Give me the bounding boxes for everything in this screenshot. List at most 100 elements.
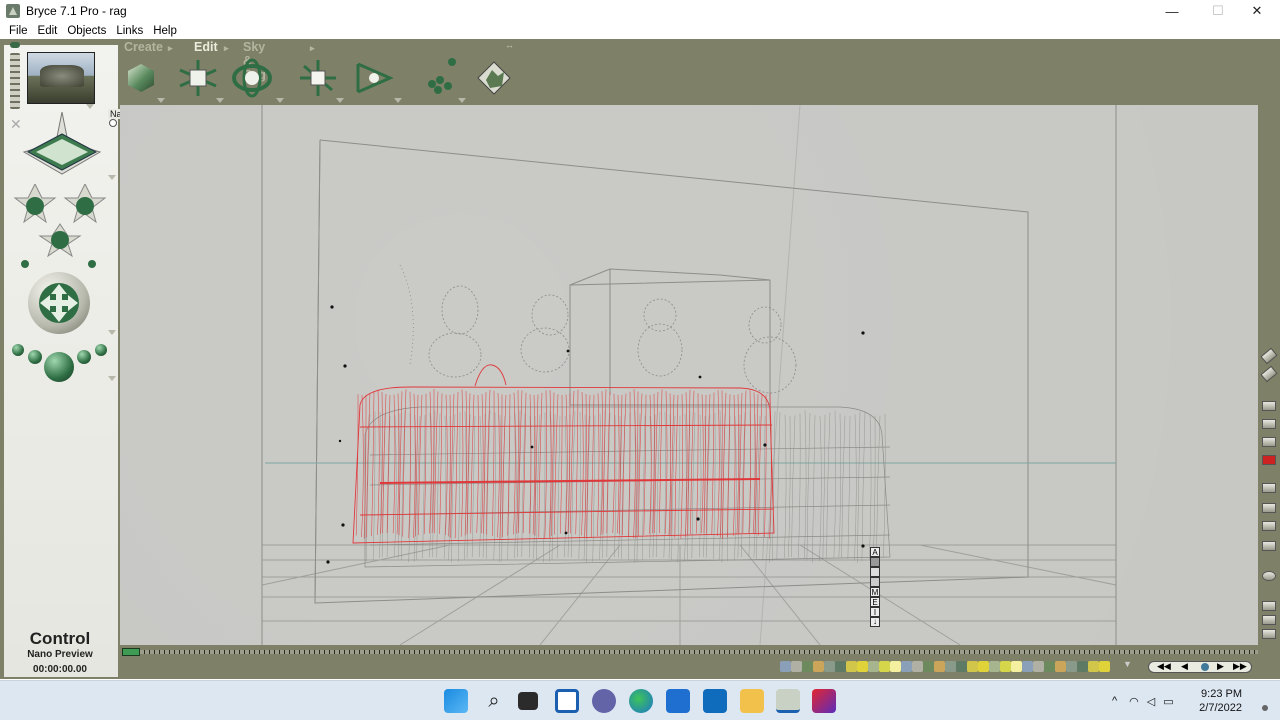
sphere-view-icon[interactable] bbox=[1262, 571, 1276, 581]
tool-reposition[interactable] bbox=[298, 58, 338, 98]
object-select-icon[interactable] bbox=[901, 661, 912, 672]
tab-create[interactable]: Create bbox=[124, 40, 163, 54]
start-icon[interactable] bbox=[444, 689, 468, 713]
object-select-icon[interactable] bbox=[824, 661, 835, 672]
volume-icon[interactable]: ◁ bbox=[1147, 695, 1155, 708]
tool-resize[interactable] bbox=[178, 58, 218, 98]
object-select-icon[interactable] bbox=[1099, 661, 1110, 672]
menu-objects[interactable]: Objects bbox=[67, 25, 106, 37]
3d-viewport[interactable]: A M E I ↓ bbox=[120, 105, 1258, 645]
object-select-icon[interactable] bbox=[802, 661, 813, 672]
zoom-pencil-icon[interactable] bbox=[1260, 347, 1278, 365]
tool-align[interactable] bbox=[354, 58, 394, 98]
nav-ball-small-right[interactable] bbox=[95, 344, 107, 356]
display-mode-box-icon[interactable] bbox=[870, 557, 880, 567]
object-select-icon[interactable] bbox=[967, 661, 978, 672]
tool-materials[interactable] bbox=[120, 58, 160, 98]
nav-ball-small-left[interactable] bbox=[12, 344, 24, 356]
rotate-options-arrow[interactable] bbox=[276, 98, 284, 103]
battery-icon[interactable]: ▭ bbox=[1163, 695, 1173, 708]
object-select-icon[interactable] bbox=[813, 661, 824, 672]
wireframe-scene[interactable] bbox=[120, 105, 1258, 645]
view-btn-5[interactable] bbox=[1262, 503, 1276, 513]
palette-expand-icon[interactable]: ↔ bbox=[505, 40, 514, 50]
object-select-icon[interactable] bbox=[846, 661, 857, 672]
object-select-icon[interactable] bbox=[1044, 661, 1055, 672]
nano-preview-toggle[interactable] bbox=[109, 119, 117, 127]
display-mode-i[interactable]: I bbox=[870, 607, 880, 617]
object-select-icon[interactable] bbox=[934, 661, 945, 672]
object-select-icon[interactable] bbox=[1066, 661, 1077, 672]
timeline-scrubber[interactable] bbox=[122, 648, 140, 656]
task-view-icon[interactable] bbox=[518, 692, 538, 710]
notification-icon[interactable] bbox=[1262, 705, 1268, 711]
eraser-icon[interactable] bbox=[1260, 365, 1278, 383]
menu-edit[interactable]: Edit bbox=[38, 25, 58, 37]
object-select-icon[interactable] bbox=[923, 661, 934, 672]
resize-options-arrow[interactable] bbox=[216, 98, 224, 103]
display-mode-e[interactable]: E bbox=[870, 597, 880, 607]
randomize-options-arrow[interactable] bbox=[458, 98, 466, 103]
widgets-icon[interactable] bbox=[555, 689, 579, 713]
wifi-icon[interactable]: ◠ bbox=[1129, 695, 1139, 708]
display-mode-down-icon[interactable]: ↓ bbox=[870, 617, 880, 627]
menu-help[interactable]: Help bbox=[153, 25, 177, 37]
object-select-icon[interactable] bbox=[835, 661, 846, 672]
search-icon[interactable]: ⌕ bbox=[482, 689, 506, 713]
play-icon[interactable] bbox=[1201, 663, 1209, 671]
preview-options-arrow[interactable] bbox=[86, 104, 94, 109]
zoom-out-icon[interactable] bbox=[1262, 615, 1276, 625]
move-cross-icon[interactable] bbox=[34, 278, 84, 328]
rewind-icon[interactable]: ◀◀ bbox=[1157, 661, 1171, 672]
step-back-icon[interactable]: ◀ bbox=[1181, 661, 1188, 672]
trackball-options-arrow[interactable] bbox=[108, 330, 116, 335]
object-select-icon[interactable] bbox=[1011, 661, 1022, 672]
display-mode-a[interactable]: A bbox=[870, 547, 880, 557]
menu-file[interactable]: File bbox=[9, 25, 28, 37]
object-select-icon[interactable] bbox=[780, 661, 791, 672]
file-explorer-icon[interactable] bbox=[740, 689, 764, 713]
view-btn-3[interactable] bbox=[1262, 437, 1276, 447]
align-options-arrow[interactable] bbox=[394, 98, 402, 103]
animation-timeline[interactable] bbox=[120, 645, 1258, 659]
display-mode-shade-icon[interactable] bbox=[870, 567, 880, 577]
mail-icon[interactable] bbox=[703, 689, 727, 713]
object-select-icon[interactable] bbox=[1055, 661, 1066, 672]
store-icon[interactable] bbox=[666, 689, 690, 713]
nav-ball-right[interactable] bbox=[77, 350, 91, 364]
maximize-button[interactable]: ☐ bbox=[1198, 0, 1238, 22]
object-select-icon[interactable] bbox=[1088, 661, 1099, 672]
bryce-taskbar-icon[interactable] bbox=[776, 689, 800, 713]
display-mode-m[interactable]: M bbox=[870, 587, 880, 597]
selection-menu-arrow-icon[interactable]: ▼ bbox=[1123, 659, 1132, 669]
tool-rotate[interactable] bbox=[232, 58, 272, 98]
object-select-icon[interactable] bbox=[1077, 661, 1088, 672]
nav-ball-left[interactable] bbox=[28, 350, 42, 364]
view-btn-1[interactable] bbox=[1262, 401, 1276, 411]
minimize-button[interactable]: — bbox=[1152, 0, 1192, 22]
fast-forward-icon[interactable]: ▶▶ bbox=[1233, 661, 1247, 672]
close-button[interactable]: ✕ bbox=[1237, 0, 1277, 22]
taskbar-clock[interactable]: 9:23 PM 2/7/2022 bbox=[1199, 687, 1242, 715]
bryce-app-icon[interactable] bbox=[6, 4, 20, 18]
object-select-icon[interactable] bbox=[890, 661, 901, 672]
tool-terrain-editor[interactable] bbox=[474, 58, 514, 98]
object-select-icon[interactable] bbox=[1033, 661, 1044, 672]
view-control-icon[interactable] bbox=[22, 112, 102, 182]
object-select-icon[interactable] bbox=[868, 661, 879, 672]
camera-link-icon[interactable]: ✕ bbox=[10, 116, 22, 134]
record-icon[interactable] bbox=[1262, 455, 1276, 465]
object-select-icon[interactable] bbox=[791, 661, 802, 672]
edge-browser-icon[interactable] bbox=[629, 689, 653, 713]
nav-options-arrow[interactable] bbox=[108, 376, 116, 381]
tray-overflow-icon[interactable]: ^ bbox=[1112, 695, 1117, 707]
object-select-icon[interactable] bbox=[879, 661, 890, 672]
zoom-in-icon[interactable] bbox=[1262, 601, 1276, 611]
preview-slider[interactable] bbox=[10, 53, 20, 109]
object-select-icon[interactable] bbox=[1000, 661, 1011, 672]
timeline-track[interactable] bbox=[124, 650, 1258, 654]
view-btn-2[interactable] bbox=[1262, 419, 1276, 429]
menu-links[interactable]: Links bbox=[116, 25, 143, 37]
view-options-arrow[interactable] bbox=[108, 175, 116, 180]
pan-hand-icon[interactable] bbox=[1262, 629, 1276, 639]
